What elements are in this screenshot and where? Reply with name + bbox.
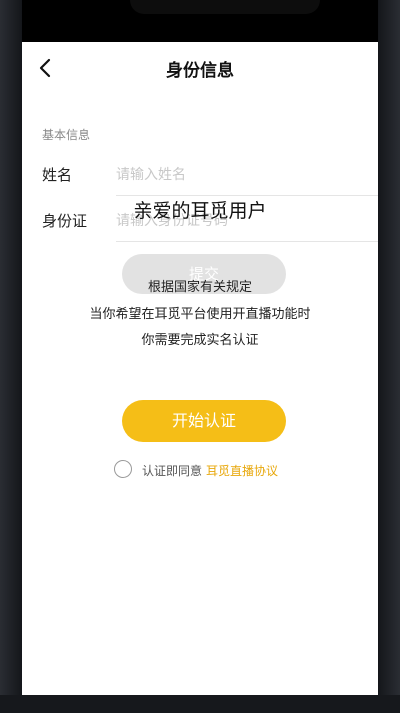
- name-input[interactable]: [116, 160, 378, 190]
- notice-line: 当你希望在耳觅平台使用开直播功能时: [89, 307, 311, 322]
- name-row: 姓名: [22, 154, 378, 196]
- phone-bezel-bottom: [0, 695, 400, 713]
- status-bar: [22, 0, 378, 42]
- notice-line: 根据国家有关规定: [147, 280, 252, 295]
- phone-bezel-right: [378, 0, 400, 713]
- notch: [130, 0, 320, 14]
- nav-bar: 身份信息: [22, 42, 378, 94]
- page-title: 身份信息: [166, 61, 234, 81]
- notice-line: 你需要完成实名认证: [141, 333, 259, 348]
- divider: [116, 241, 378, 242]
- app-screen: 身份信息 基本信息 姓名 身份证 提交 亲爱的耳觅用户 根据国家有关规定 当你希…: [22, 42, 378, 695]
- agreement-link[interactable]: 耳觅直播协议: [206, 462, 278, 479]
- phone-bezel-left: [0, 0, 22, 713]
- name-label: 姓名: [42, 166, 73, 184]
- agree-radio[interactable]: [114, 460, 132, 478]
- start-verification-button[interactable]: 开始认证: [122, 400, 286, 442]
- agreement-text: 认证即同意: [142, 464, 203, 478]
- notice-title: 亲爱的耳觅用户: [133, 200, 267, 222]
- section-label: 基本信息: [42, 128, 91, 142]
